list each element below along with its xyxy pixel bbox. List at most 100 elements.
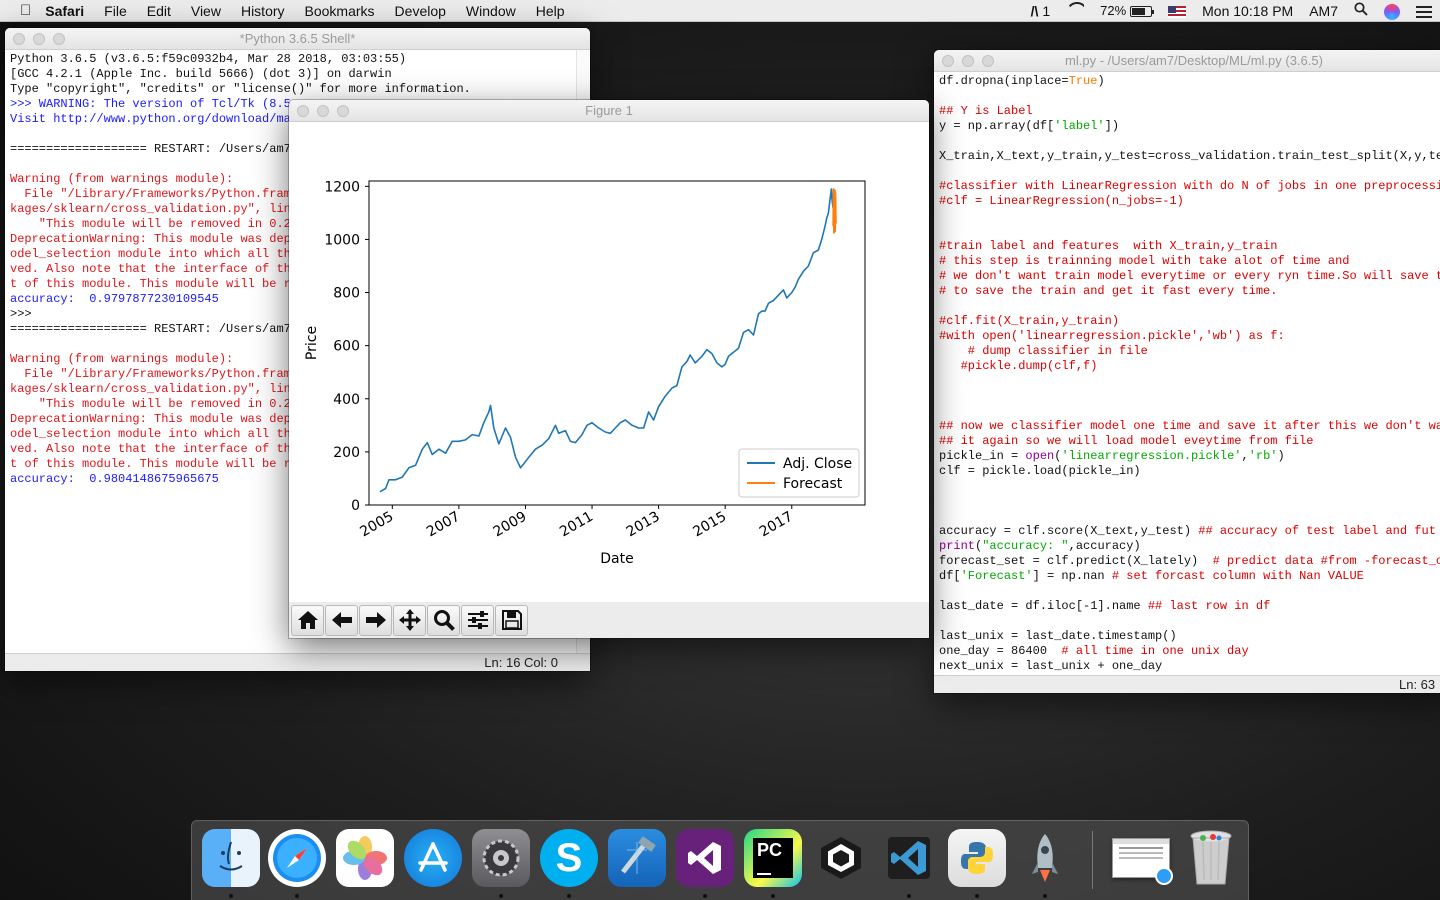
menu-help[interactable]: Help — [526, 0, 575, 22]
code-token: #clf.fit(X_train,y_train) — [939, 314, 1120, 328]
code-line: df.dropna(inplace=True) — [939, 74, 1440, 89]
app-store-icon[interactable] — [404, 829, 462, 887]
code-token: X_train,X_text,y_train,y_test=cross_vali… — [939, 149, 1440, 163]
photos-icon[interactable] — [336, 829, 394, 887]
y-tick-label: 800 — [333, 286, 360, 302]
y-tick-label: 1000 — [324, 232, 360, 248]
safari-icon[interactable] — [268, 829, 326, 887]
code-token: print — [939, 539, 976, 553]
battery-status[interactable]: 72% — [1092, 0, 1160, 22]
pycharm-icon[interactable]: PC — [744, 829, 802, 887]
skype-icon[interactable]: S — [540, 829, 598, 887]
y-axis-label: Price — [304, 326, 320, 360]
code-line: # we don't want train model everytime or… — [939, 269, 1440, 284]
notification-center-icon[interactable] — [1408, 0, 1440, 22]
code-token: 'label' — [1054, 119, 1105, 133]
code-token: ## it again so we will load model eveyti… — [939, 434, 1314, 448]
shell-titlebar[interactable]: *Python 3.6.5 Shell* — [5, 28, 590, 50]
code-token: # we don't want train model everytime or… — [939, 269, 1440, 283]
clock[interactable]: Mon 10:18 PM — [1194, 0, 1301, 22]
code-editor[interactable]: df.dropna(inplace=True) ## Y is Label y =… — [934, 72, 1440, 675]
menu-file[interactable]: File — [94, 0, 137, 22]
x-tick-label: 2011 — [557, 509, 596, 541]
editor-window[interactable]: ml.py - /Users/am7/Desktop/ML/ml.py (3.6… — [934, 50, 1440, 693]
menu-bookmarks[interactable]: Bookmarks — [295, 0, 385, 22]
figure-titlebar[interactable]: Figure 1 — [289, 100, 929, 122]
code-token: ## Y is Label — [939, 104, 1033, 118]
menu-develop[interactable]: Develop — [385, 0, 456, 22]
code-line: X_train,X_text,y_train,y_test=cross_vali… — [939, 149, 1440, 164]
close-button[interactable] — [297, 105, 309, 117]
code-line: # this step is trainning model with take… — [939, 254, 1440, 269]
status-menus: /\ 1 72% Mon 10:18 PM AM7 — [1023, 0, 1440, 22]
input-source-flag-icon[interactable] — [1160, 0, 1194, 22]
forward-arrow-icon[interactable] — [359, 604, 392, 636]
system-preferences-icon[interactable] — [472, 829, 530, 887]
code-line: clf = pickle.load(pickle_in) — [939, 464, 1440, 479]
menu-view[interactable]: View — [181, 0, 231, 22]
visual-studio-icon[interactable] — [676, 829, 734, 887]
shell-line: Type "copyright", "credits" or "license(… — [10, 82, 471, 96]
finder-icon[interactable] — [202, 829, 260, 887]
trash-icon[interactable] — [1182, 829, 1240, 887]
code-token: df.dropna(inplace= — [939, 74, 1069, 88]
xcode-icon[interactable] — [608, 829, 666, 887]
x-tick-label: 2005 — [357, 509, 396, 541]
adobe-creative-cloud-icon[interactable]: /\ 1 — [1023, 0, 1058, 22]
configure-subplots-icon[interactable] — [461, 604, 494, 636]
code-line: forecast_set = clf.predict(X_lately) # p… — [939, 554, 1440, 569]
figure-title: Figure 1 — [585, 103, 633, 118]
back-arrow-icon[interactable] — [325, 604, 358, 636]
zoom-button[interactable] — [337, 105, 349, 117]
editor-titlebar[interactable]: ml.py - /Users/am7/Desktop/ML/ml.py (3.6… — [934, 50, 1440, 72]
zoom-icon[interactable] — [427, 604, 460, 636]
battery-icon — [1130, 5, 1155, 17]
adobe-count: 1 — [1042, 2, 1051, 19]
series-line-0 — [379, 188, 834, 493]
user-menu[interactable]: AM7 — [1301, 0, 1346, 22]
launchpad-icon[interactable] — [1016, 829, 1074, 887]
minimize-button[interactable] — [962, 55, 974, 67]
spotlight-search-icon[interactable] — [1346, 0, 1376, 22]
downloads-stack-icon[interactable] — [1112, 829, 1173, 887]
apple-menu-icon[interactable]:  — [0, 0, 39, 22]
menu-window[interactable]: Window — [456, 0, 526, 22]
vscode-icon[interactable] — [880, 829, 938, 887]
menu-app-name[interactable]: Safari — [39, 0, 94, 22]
code-token: "accuracy: " — [982, 539, 1069, 553]
code-token: 'Forecast' — [960, 569, 1033, 583]
home-icon[interactable] — [291, 604, 324, 636]
minimize-button[interactable] — [317, 105, 329, 117]
code-line: last_date = df.iloc[-1].name ## last row… — [939, 599, 1440, 614]
minimize-button[interactable] — [33, 33, 45, 45]
zoom-button[interactable] — [53, 33, 65, 45]
python-launcher-icon[interactable] — [948, 829, 1006, 887]
siri-icon[interactable] — [1376, 0, 1408, 22]
menu-history[interactable]: History — [231, 0, 295, 22]
y-tick-label: 0 — [351, 498, 360, 514]
code-line: #clf = LinearRegression(n_jobs=-1) — [939, 194, 1440, 209]
shell-statusbar: Ln: 16 Col: 0 — [5, 653, 590, 671]
wifi-icon[interactable] — [1058, 0, 1092, 22]
zoom-button[interactable] — [982, 55, 994, 67]
close-button[interactable] — [13, 33, 25, 45]
y-tick-label: 400 — [333, 392, 360, 408]
pan-icon[interactable] — [393, 604, 426, 636]
unity-icon[interactable] — [812, 829, 870, 887]
code-line: #pickle.dump(clf,f) — [939, 359, 1440, 374]
shell-line: [GCC 4.2.1 (Apple Inc. build 5666) (dot … — [10, 67, 392, 81]
save-icon[interactable] — [495, 604, 528, 636]
plot-canvas[interactable]: 0 200 400 600 800 1000 1200 2005 2007 2009 2011 201… — [289, 122, 929, 602]
close-button[interactable] — [942, 55, 954, 67]
code-line: # to save the train and get it fast ever… — [939, 284, 1440, 299]
menu-edit[interactable]: Edit — [137, 0, 181, 22]
code-line: y = np.array(df['label']) — [939, 119, 1440, 134]
matplotlib-figure-window[interactable]: Figure 1 0 200 400 600 800 1000 1200 2005 2007 20… — [289, 100, 929, 638]
shell-line: Python 3.6.5 (v3.6.5:f59c0932b4, Mar 28 … — [10, 52, 407, 66]
